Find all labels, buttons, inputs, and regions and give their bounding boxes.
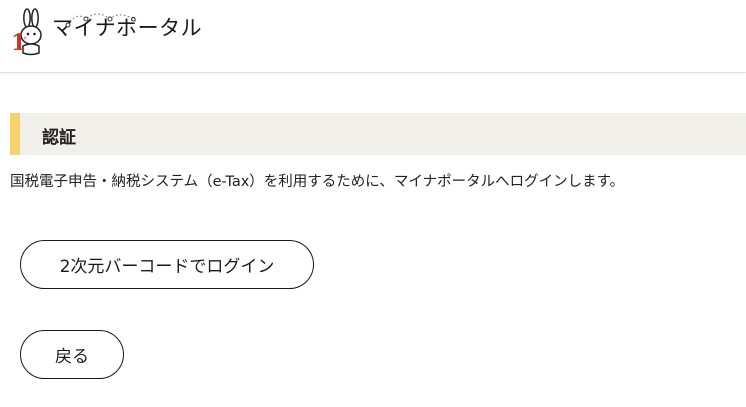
logo-number-one: 1: [11, 30, 26, 56]
mynaportal-rabbit-logo-icon: 1: [11, 8, 42, 56]
back-button[interactable]: 戻る: [20, 330, 124, 379]
section-title: 認証: [42, 128, 76, 148]
mynaportal-logo[interactable]: 1 マイナポータル: [10, 6, 202, 58]
qr-code-login-button[interactable]: 2次元バーコードでログイン: [20, 240, 314, 289]
logo-dotted-arc-icon: [65, 13, 139, 28]
auth-section-heading: 認証: [10, 113, 746, 155]
site-header: 1 マイナポータル: [0, 0, 746, 73]
auth-description: 国税電子申告・納税システム（e-Tax）を利用するために、マイナポータルへログイ…: [10, 174, 625, 190]
